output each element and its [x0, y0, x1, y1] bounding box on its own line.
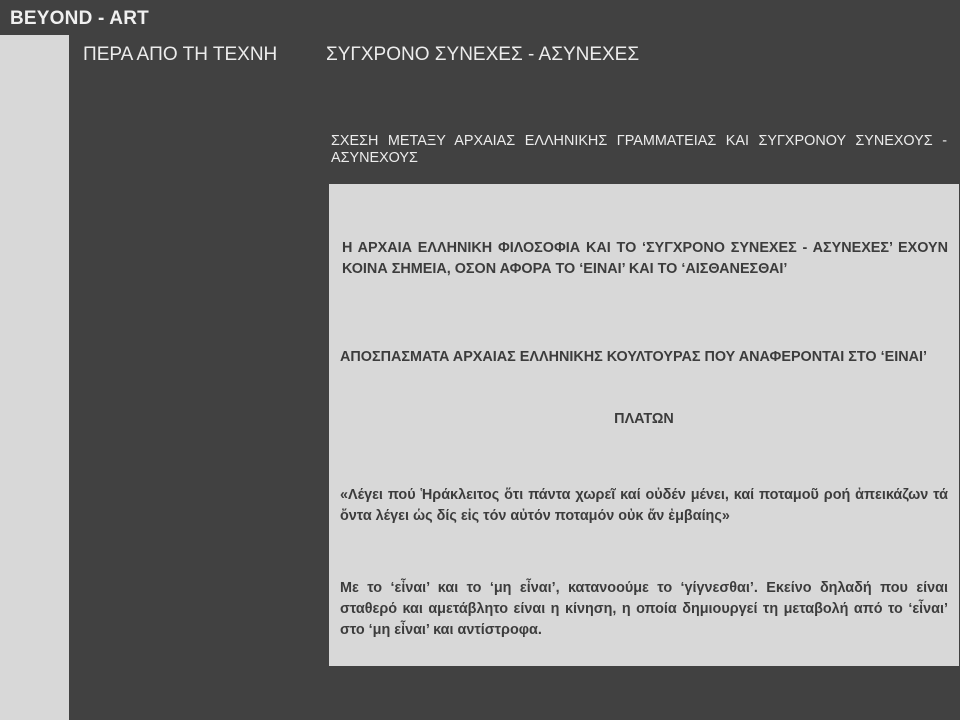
section-heading: ΣΧΕΣΗ ΜΕΤΑΞΥ ΑΡΧΑΙΑΣ ΕΛΛΗΝΙΚΗΣ ΓΡΑΜΜΑΤΕΙ… — [331, 133, 947, 166]
intro-paragraph: Η ΑΡΧΑΙΑ ΕΛΛΗΝΙΚΗ ΦΙΛΟΣΟΦΙΑ ΚΑΙ ΤΟ ‘ΣΥΓΧ… — [342, 240, 948, 277]
excerpts-heading: ΑΠΟΣΠΑΣΜΑΤΑ ΑΡΧΑΙΑΣ ΕΛΛΗΝΙΚΗΣ ΚΟΥΛΤΟΥΡΑΣ… — [340, 349, 927, 365]
quote-paragraph: «Λέγει πού Ἡράκλειτος ὅτι πάντα χωρεῖ κα… — [340, 487, 948, 524]
left-sidebar — [0, 35, 69, 720]
explanation-paragraph: Με το ‘εἶναι’ και το ‘μη εἶναι’, κατανοο… — [340, 580, 948, 638]
content-panel: Η ΑΡΧΑΙΑ ΕΛΛΗΝΙΚΗ ΦΙΛΟΣΟΦΙΑ ΚΑΙ ΤΟ ‘ΣΥΓΧ… — [329, 184, 959, 666]
site-header: BEYOND - ART — [0, 0, 960, 35]
nav-link-beyond-art[interactable]: ΠΕΡΑ ΑΠΟ ΤΗ ΤΕΧΝΗ — [83, 44, 277, 66]
author-heading: ΠΛΑΤΩΝ — [614, 411, 674, 427]
nav-link-contemporary-continuous[interactable]: ΣΥΓΧΡΟΝΟ ΣΥΝΕΧΕΣ - ΑΣΥΝΕΧΕΣ — [326, 44, 639, 66]
site-logo[interactable]: BEYOND - ART — [10, 8, 149, 30]
